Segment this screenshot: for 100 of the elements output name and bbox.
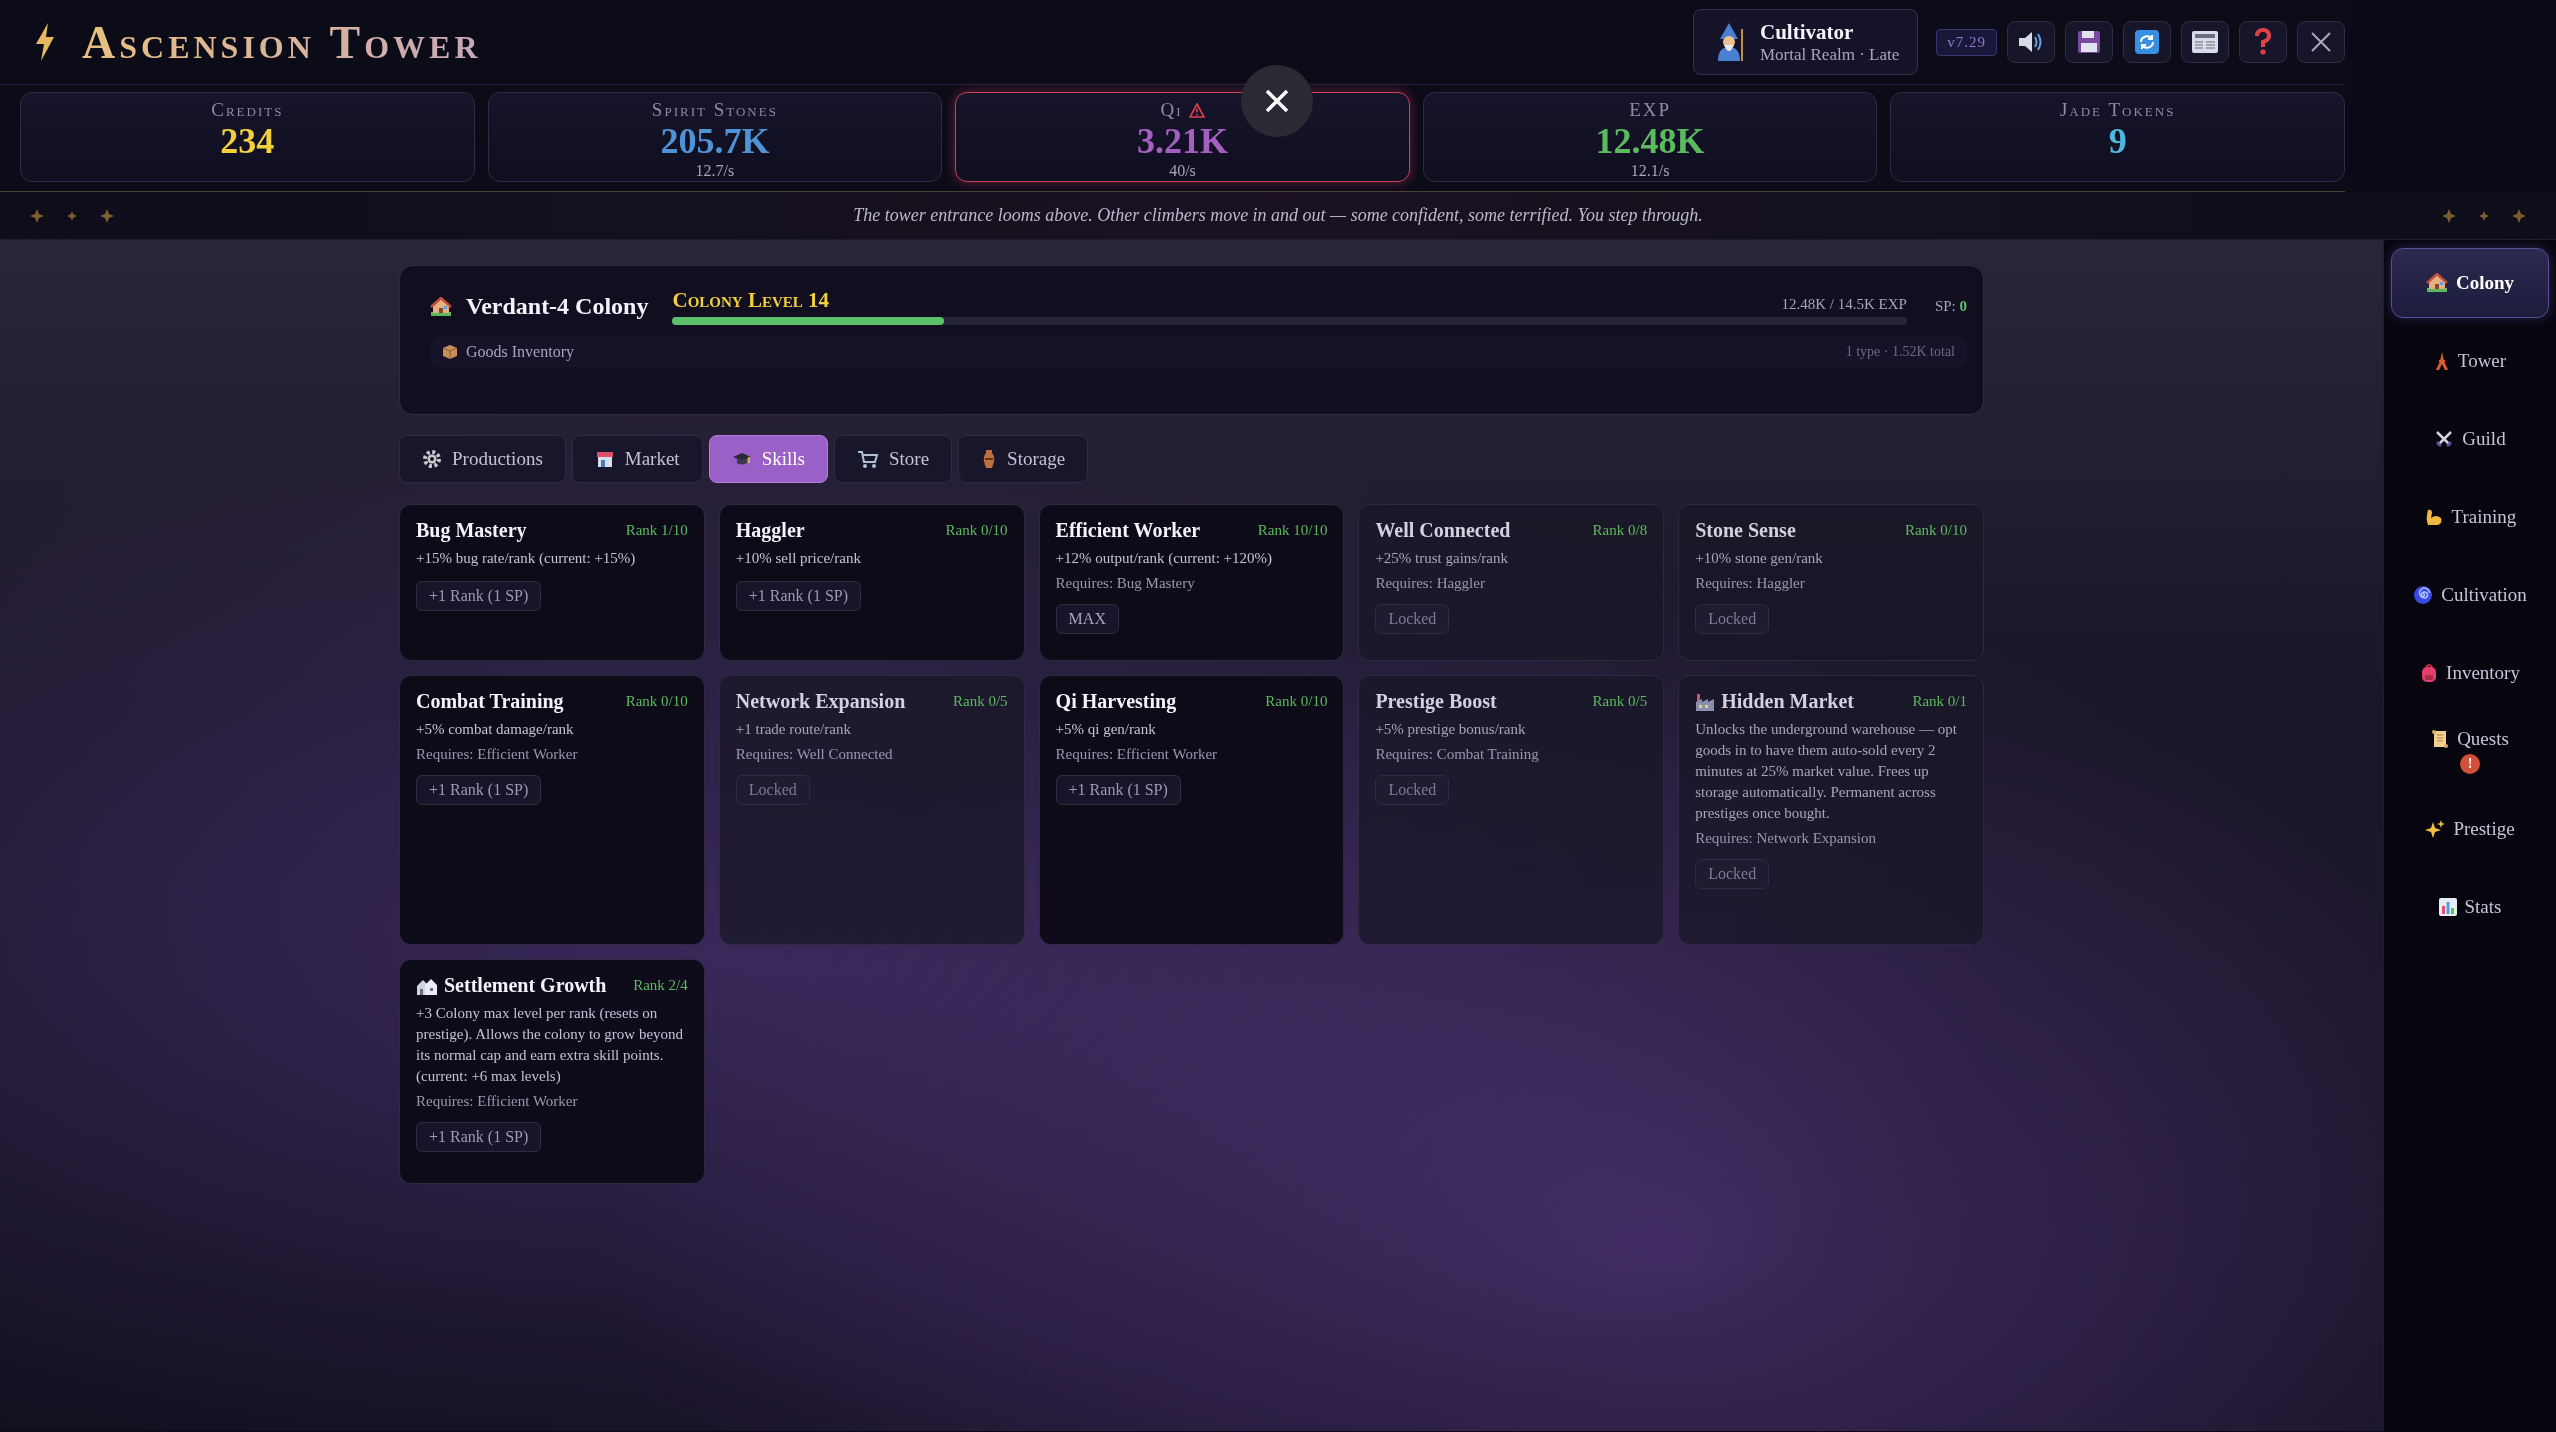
newspaper-icon bbox=[2192, 31, 2218, 53]
skill-description: +12% output/rank (current: +120%) bbox=[1055, 549, 1273, 568]
stat-rate: 40/s bbox=[1169, 161, 1196, 181]
refresh-button[interactable] bbox=[2123, 21, 2171, 63]
news-button[interactable] bbox=[2181, 21, 2229, 63]
rank-up-button[interactable]: +1 Rank (1 SP) bbox=[735, 581, 862, 611]
narrative-text: The tower entrance looms above. Other climbers move in and out — some confident, some terrified. You step through. bbox=[852, 205, 1704, 226]
rank-up-button[interactable]: +1 Rank (1 SP) bbox=[416, 1122, 542, 1152]
gear-icon bbox=[422, 449, 442, 469]
skill-rank: Rank 1/10 bbox=[625, 522, 688, 539]
skill-description: +3 Colony max level per rank (resets on prestige). Allows the colony to grow beyond its normal cap and earn extra skill points. (current: +6 max levels) bbox=[416, 1004, 685, 1086]
version-badge: v7.29 bbox=[1936, 28, 1997, 56]
lightning-icon bbox=[34, 23, 56, 61]
nav-item[interactable]: Cultivation bbox=[2391, 560, 2549, 630]
skill-description: +15% bug rate/rank (current: +15%) bbox=[416, 549, 636, 568]
refresh-icon bbox=[2135, 30, 2159, 54]
nav-item[interactable]: Tower bbox=[2391, 326, 2549, 396]
spiral-icon bbox=[2413, 585, 2434, 605]
colony-name: Verdant-4 Colony bbox=[466, 293, 649, 320]
nav-item[interactable]: Colony bbox=[2391, 248, 2549, 318]
section-tab[interactable]: Market bbox=[571, 435, 703, 483]
skill-rank: Rank 0/5 bbox=[1592, 693, 1648, 710]
stat-value: 234 bbox=[220, 121, 275, 161]
sparkle-ornament-icon bbox=[30, 208, 114, 223]
alert-badge: ! bbox=[2460, 754, 2480, 774]
skill-requirement: Requires: Haggler bbox=[1375, 575, 1485, 592]
nav-item[interactable]: Prestige bbox=[2391, 794, 2549, 864]
skill-description: +5% qi gen/rank bbox=[1055, 720, 1156, 739]
rank-up-button[interactable]: +1 Rank (1 SP) bbox=[416, 775, 542, 805]
close-icon bbox=[1264, 88, 1290, 114]
nav-item[interactable]: Guild bbox=[2391, 404, 2549, 474]
cart-icon bbox=[856, 449, 879, 469]
skill-name: Combat Training bbox=[416, 690, 565, 713]
factory-icon bbox=[1695, 691, 1716, 712]
skill-rank: Rank 0/10 bbox=[1265, 693, 1328, 710]
rank-up-button[interactable]: +1 Rank (1 SP) bbox=[416, 581, 542, 611]
skill-name: Qi Harvesting bbox=[1055, 690, 1178, 713]
skill-requirement: Requires: Well Connected bbox=[735, 746, 893, 763]
bar-chart-icon bbox=[2438, 898, 2457, 916]
profile-card[interactable]: Cultivator Mortal Realm · Late bbox=[1693, 9, 1919, 75]
skill-name: Well Connected bbox=[1375, 519, 1512, 542]
stat-value: 3.21K bbox=[1136, 121, 1228, 161]
skill-rank: Rank 0/8 bbox=[1592, 522, 1648, 539]
goods-inventory-bar[interactable]: Goods Inventory 1 type · 1.52K total bbox=[430, 337, 1967, 367]
skill-rank: Rank 0/1 bbox=[1912, 693, 1967, 710]
close-button[interactable] bbox=[2297, 21, 2345, 63]
colony-level: Colony Level 14 bbox=[672, 288, 830, 313]
help-button[interactable] bbox=[2239, 21, 2287, 63]
skill-rank: Rank 2/4 bbox=[633, 977, 688, 994]
shop-icon bbox=[594, 449, 615, 469]
stat-label: Qi bbox=[1160, 99, 1183, 121]
skill-name: Haggler bbox=[735, 519, 806, 542]
profile-name: Cultivator bbox=[1760, 19, 1855, 45]
tower-icon bbox=[2433, 351, 2450, 371]
stat-label: EXP bbox=[1629, 99, 1672, 121]
skill-rank: Rank 0/5 bbox=[953, 693, 1008, 710]
skill-requirement: Requires: Combat Training bbox=[1375, 746, 1539, 763]
section-tab[interactable]: Store bbox=[833, 435, 953, 483]
skill-name: Prestige Boost bbox=[1375, 690, 1498, 713]
skill-requirement: Requires: Efficient Worker bbox=[1055, 746, 1218, 763]
skill-description: +1 trade route/rank bbox=[735, 720, 851, 739]
question-mark-icon bbox=[2254, 28, 2272, 56]
house-icon bbox=[430, 296, 452, 317]
skill-name: Hidden Market bbox=[1721, 690, 1855, 713]
sparkle-ornament-icon bbox=[2442, 208, 2526, 223]
nav-item[interactable]: Inventory bbox=[2391, 638, 2549, 708]
backpack-icon bbox=[2420, 663, 2439, 683]
stat-value: 9 bbox=[2108, 121, 2127, 161]
skill-requirement: Requires: Efficient Worker bbox=[416, 1093, 578, 1110]
goods-inventory-label: Goods Inventory bbox=[466, 343, 574, 361]
skill-requirement: Requires: Efficient Worker bbox=[416, 746, 578, 763]
skill-description: Unlocks the underground warehouse — opt goods in to have them auto-sold every 2 minutes at 25% market value. Frees up storage automatically. Permanent across prestiges once bought. bbox=[1695, 720, 1958, 823]
box-icon bbox=[442, 344, 458, 360]
skill-requirement: Requires: Bug Mastery bbox=[1055, 575, 1195, 592]
save-button[interactable] bbox=[2065, 21, 2113, 63]
nav-item[interactable]: Quests ! bbox=[2391, 716, 2549, 786]
warning-icon bbox=[1188, 102, 1205, 118]
skill-name: Bug Mastery bbox=[416, 519, 528, 542]
skill-description: +10% sell price/rank bbox=[735, 549, 861, 568]
skill-description: +25% trust gains/rank bbox=[1375, 549, 1508, 568]
nav-item[interactable]: Stats bbox=[2391, 872, 2549, 942]
house-icon bbox=[2425, 273, 2448, 293]
section-tab[interactable]: Skills bbox=[708, 435, 828, 483]
scroll-icon bbox=[2431, 729, 2450, 749]
section-tab[interactable]: Storage bbox=[958, 435, 1089, 483]
sound-button[interactable] bbox=[2007, 21, 2055, 63]
profile-realm: Mortal Realm · Late bbox=[1760, 44, 1900, 65]
skill-name: Efficient Worker bbox=[1055, 519, 1202, 542]
rank-up-button[interactable]: +1 Rank (1 SP) bbox=[1055, 775, 1181, 805]
stat-rate: 12.7/s bbox=[695, 161, 735, 181]
nav-item[interactable]: Training bbox=[2391, 482, 2549, 552]
skill-rank: Rank 0/10 bbox=[625, 693, 688, 710]
section-tab[interactable]: Productions bbox=[399, 435, 566, 483]
sparkles-icon bbox=[2425, 819, 2446, 839]
skill-rank: Rank 0/10 bbox=[945, 522, 1008, 539]
skill-points: SP: 0 bbox=[1934, 298, 1967, 315]
stat-label: Credits bbox=[211, 99, 284, 121]
stat-label: Spirit Stones bbox=[651, 99, 778, 121]
goods-summary: 1 type · 1.52K total bbox=[1845, 344, 1955, 360]
stat-value: 12.48K bbox=[1595, 121, 1705, 161]
